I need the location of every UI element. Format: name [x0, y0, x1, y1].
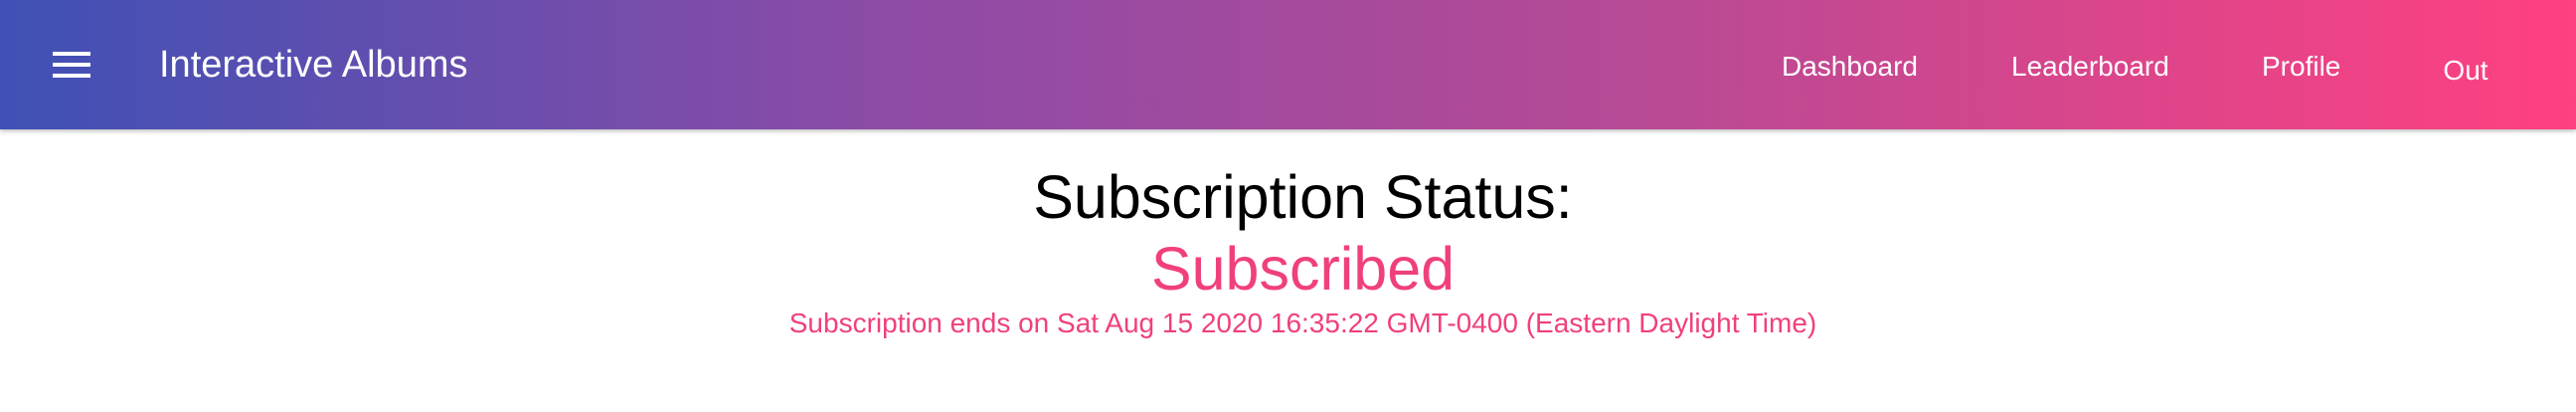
app-bar: Interactive Albums Dashboard Leaderboard…: [0, 0, 2576, 129]
subscription-end-date: Subscription ends on Sat Aug 15 2020 16:…: [788, 308, 1817, 338]
menu-button[interactable]: [48, 41, 95, 89]
nav-profile-link[interactable]: Profile: [2262, 50, 2340, 84]
subscription-status-heading: Subscription Status:: [1033, 163, 1573, 231]
nav-signout-link[interactable]: Sign Out: [2436, 0, 2495, 129]
nav-leaderboard-link[interactable]: Leaderboard: [2011, 50, 2169, 84]
hamburger-menu-icon: [53, 51, 90, 79]
app-title: Interactive Albums: [159, 44, 468, 86]
subscription-status-value: Subscribed: [1150, 235, 1456, 303]
nav-dashboard-link[interactable]: Dashboard: [1782, 50, 1918, 84]
